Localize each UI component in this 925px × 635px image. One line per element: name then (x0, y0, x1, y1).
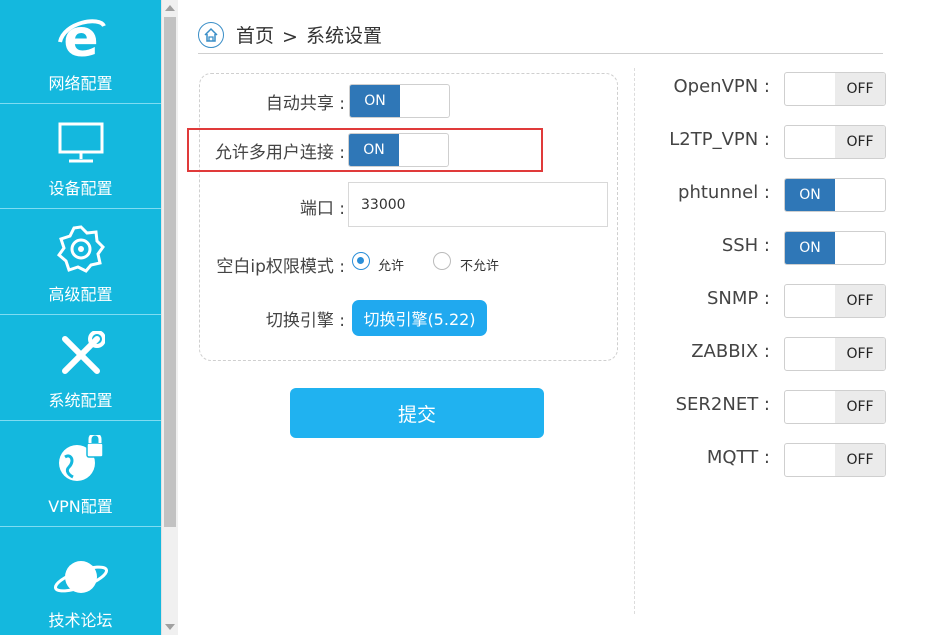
multi-user-label: 允许多用户连接 : (214, 143, 345, 163)
breadcrumb: 首页 > 系统设置 (198, 20, 883, 54)
sidebar: e 网络配置 设备配置 高级配置 系统配置 VPN配置 技术论坛 (0, 0, 161, 635)
service-label: SSH : (721, 235, 770, 256)
radio-allow-label: 允许 (378, 259, 405, 274)
settings-gear-icon (53, 221, 109, 277)
internet-explorer-icon: e (53, 10, 109, 66)
globe-lock-icon (53, 433, 109, 489)
toggle-on-segment: ON (785, 179, 835, 211)
toggle-off-segment: OFF (835, 73, 885, 105)
whitelist-mode-label: 空白ip权限模式 : (216, 257, 345, 277)
switch-engine-button[interactable]: 切换引擎(5.22) (352, 300, 487, 336)
service-label: ZABBIX : (691, 341, 770, 362)
sidebar-item-system-config[interactable]: 系统配置 (0, 317, 161, 421)
submit-button[interactable]: 提交 (290, 388, 544, 438)
service-toggle[interactable]: OFF (784, 284, 886, 318)
radio-allow[interactable] (352, 252, 370, 270)
service-label: OpenVPN : (673, 76, 771, 97)
sidebar-item-advanced-config[interactable]: 高级配置 (0, 211, 161, 315)
sidebar-item-label: VPN配置 (48, 497, 113, 516)
scrollbar-thumb[interactable] (164, 17, 176, 527)
engine-label: 切换引擎 : (265, 311, 345, 331)
service-label: MQTT : (706, 447, 770, 468)
radio-disallow-label: 不允许 (460, 259, 500, 274)
tools-wrench-screwdriver-icon (53, 327, 109, 383)
port-label: 端口 : (299, 199, 345, 219)
breadcrumb-home[interactable]: 首页 (236, 21, 274, 48)
service-toggle[interactable]: OFF (784, 125, 886, 159)
service-label: phtunnel : (678, 182, 770, 203)
toggle-off-segment: OFF (835, 338, 885, 370)
sidebar-item-vpn-config[interactable]: VPN配置 (0, 423, 161, 527)
sidebar-item-tech-forum[interactable]: 技术论坛 (0, 529, 161, 633)
toggle-off-segment: OFF (835, 285, 885, 317)
scroll-up-arrow-icon[interactable] (165, 5, 175, 11)
breadcrumb-current: 系统设置 (305, 25, 382, 47)
sidebar-item-label: 设备配置 (48, 179, 113, 198)
service-toggle[interactable]: OFF (784, 72, 886, 106)
service-toggle[interactable]: OFF (784, 443, 886, 477)
service-label: SER2NET : (675, 394, 770, 415)
planet-icon (53, 549, 109, 605)
toggle-off-segment: OFF (835, 126, 885, 158)
service-toggle[interactable]: OFF (784, 337, 886, 371)
sidebar-scrollbar[interactable] (161, 0, 178, 635)
sidebar-item-label: 网络配置 (48, 74, 113, 93)
toggle-off-segment: OFF (835, 444, 885, 476)
sidebar-item-label: 技术论坛 (48, 611, 113, 630)
radio-disallow[interactable] (433, 252, 451, 270)
service-toggle[interactable]: ON (784, 178, 886, 212)
service-label: SNMP : (706, 288, 770, 309)
toggle-off-segment: OFF (835, 391, 885, 423)
home-icon[interactable] (198, 21, 224, 48)
sidebar-item-device-config[interactable]: 设备配置 (0, 105, 161, 209)
service-toggle[interactable]: OFF (784, 390, 886, 424)
port-input[interactable] (348, 182, 608, 227)
auto-share-label: 自动共享 : (265, 94, 345, 114)
breadcrumb-separator: > (282, 25, 298, 48)
auto-share-toggle[interactable]: ON (349, 84, 450, 118)
service-label: L2TP_VPN : (669, 129, 770, 150)
toggle-on-segment: ON (349, 134, 399, 166)
service-toggle[interactable]: ON (784, 231, 886, 265)
toggle-on-segment: ON (350, 85, 400, 117)
sidebar-item-label: 高级配置 (48, 285, 113, 304)
multi-user-toggle[interactable]: ON (348, 133, 449, 167)
column-divider (634, 68, 635, 614)
sidebar-item-label: 系统配置 (48, 391, 113, 410)
monitor-icon (53, 115, 109, 171)
sidebar-item-network-config[interactable]: e 网络配置 (0, 0, 161, 104)
scroll-down-arrow-icon[interactable] (165, 624, 175, 630)
toggle-on-segment: ON (785, 232, 835, 264)
